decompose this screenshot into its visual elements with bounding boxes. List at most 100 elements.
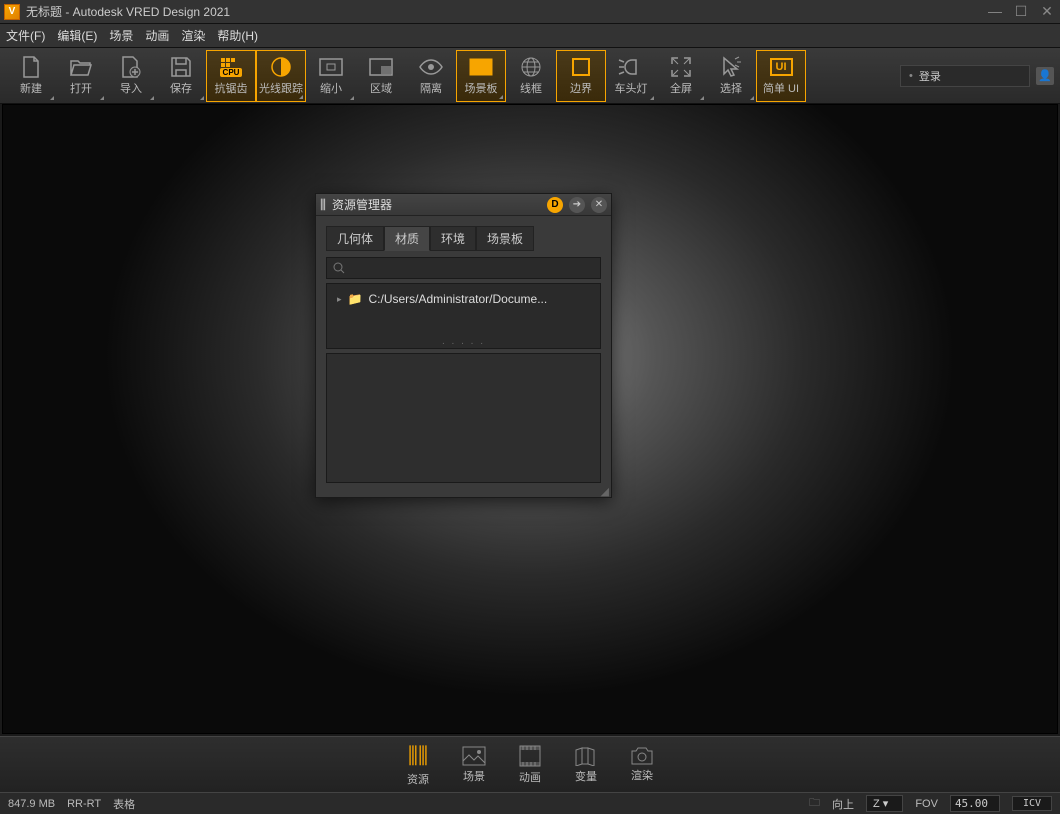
label: 打开 [70,80,92,96]
tree-path: C:/Users/Administrator/Docume... [368,292,547,306]
resize-handle[interactable]: ◢ [601,489,609,495]
raytrace-button[interactable]: 光线跟踪 [256,50,306,102]
headlight-button[interactable]: 车头灯 [606,50,656,102]
menu-file[interactable]: 文件(F) [6,27,45,44]
bottom-toolbar: ⫼⫼ 资源 场景 动画 变量 渲染 [0,736,1060,792]
splitter-handle[interactable]: . . . . . [327,336,600,347]
boundary-icon [568,56,594,78]
tab-material[interactable]: 材质 [384,226,430,251]
antialias-button[interactable]: CPU 抗锯齿 [206,50,256,102]
isolate-button[interactable]: 隔离 [406,50,456,102]
bottom-variant-button[interactable]: 变量 [558,739,614,791]
board-icon [468,56,494,78]
region-icon [368,56,394,78]
new-button[interactable]: 新建 [6,50,56,102]
label: 场景板 [465,80,498,96]
tree-view[interactable]: ▸ 📁 C:/Users/Administrator/Docume... . .… [326,283,601,349]
label: 线框 [520,80,542,96]
user-icon[interactable]: 👤 [1036,67,1054,85]
label: 光线跟踪 [259,80,303,96]
dropdown-icon [700,96,704,100]
table-label: 表格 [113,796,135,812]
bottom-anim-button[interactable]: 动画 [502,739,558,791]
panel-title: 资源管理器 [332,196,541,213]
menu-anim[interactable]: 动画 [145,27,169,44]
dropdown-icon [200,96,204,100]
wireframe-button[interactable]: 线框 [506,50,556,102]
folder-open-icon [68,56,94,78]
expand-icon[interactable]: ▸ [337,294,342,305]
bottom-render-button[interactable]: 渲染 [614,739,670,791]
panel-body: 几何体 材质 环境 场景板 ▸ 📁 C:/Users/Administrator… [316,216,611,497]
panel-undock-button[interactable]: ➔ [569,197,585,213]
image-icon [462,746,486,766]
panel-close-button[interactable]: ✕ [591,197,607,213]
camera-icon [630,747,654,765]
label: 导入 [120,80,142,96]
open-button[interactable]: 打开 [56,50,106,102]
import-button[interactable]: 导入 [106,50,156,102]
menu-bar: 文件(F) 编辑(E) 场景 动画 渲染 帮助(H) [0,24,1060,48]
dropdown-icon [150,96,154,100]
asset-manager-panel: ⫼ 资源管理器 D ➔ ✕ 几何体 材质 环境 场景板 ▸ 📁 C:/Users… [315,193,612,498]
menu-scene[interactable]: 场景 [109,27,133,44]
label: 全屏 [670,80,692,96]
ui-icon: UI [768,56,794,78]
fullscreen-button[interactable]: 全屏 [656,50,706,102]
label: 简单 UI [763,80,799,96]
render-mode: RR-RT [67,798,101,810]
bottom-assets-button[interactable]: ⫼⫼ 资源 [390,739,446,791]
simpleui-button[interactable]: UI 简单 UI [756,50,806,102]
film-icon [519,745,541,767]
login-label: 登录 [919,68,941,84]
library-icon: ⫼ [320,197,326,213]
preview-area [326,353,601,483]
dropdown-icon [50,96,54,100]
icv-button[interactable]: ICV [1012,796,1052,811]
panel-d-button[interactable]: D [547,197,563,213]
import-icon [118,56,144,78]
select-button[interactable]: 选择 [706,50,756,102]
maximize-button[interactable]: ☐ [1012,3,1030,20]
login-dropdown[interactable]: • 登录 [900,65,1030,87]
search-input[interactable] [326,257,601,279]
save-icon [168,56,194,78]
bottom-scene-button[interactable]: 场景 [446,739,502,791]
tab-sceneboard[interactable]: 场景板 [476,226,534,251]
globe-icon [518,56,544,78]
window-title: 无标题 - Autodesk VRED Design 2021 [26,3,986,20]
folder-icon[interactable]: 🗀 [809,794,820,813]
fov-input[interactable] [950,795,1000,812]
menu-edit[interactable]: 编辑(E) [57,27,97,44]
label: 车头灯 [615,80,648,96]
dropdown-icon [299,95,303,99]
region-button[interactable]: 区域 [356,50,406,102]
label: 场景 [463,768,485,784]
label: 边界 [570,80,592,96]
library-icon: ⫼⫼ [408,743,428,769]
status-bar: 847.9 MB RR-RT 表格 🗀 向上 Z ▾ FOV ICV [0,792,1060,814]
menu-help[interactable]: 帮助(H) [217,27,258,44]
tree-row[interactable]: ▸ 📁 C:/Users/Administrator/Docume... [333,290,594,308]
tab-geometry[interactable]: 几何体 [326,226,384,251]
raytrace-icon [268,56,294,78]
fullscreen-icon [668,56,694,78]
boundary-button[interactable]: 边界 [556,50,606,102]
panel-header[interactable]: ⫼ 资源管理器 D ➔ ✕ [316,194,611,216]
menu-render[interactable]: 渲染 [181,27,205,44]
shrink-button[interactable]: 缩小 [306,50,356,102]
minimize-button[interactable]: — [986,3,1004,20]
main-toolbar: 新建 打开 导入 保存 CPU 抗锯齿 光线跟踪 缩小 区域 隔 [0,48,1060,104]
dropdown-icon [350,96,354,100]
headlight-icon [618,56,644,78]
sceneboard-button[interactable]: 场景板 [456,50,506,102]
close-button[interactable]: ✕ [1038,3,1056,20]
memory-usage: 847.9 MB [8,798,55,810]
axis-select[interactable]: Z ▾ [866,795,903,812]
tab-environment[interactable]: 环境 [430,226,476,251]
save-button[interactable]: 保存 [156,50,206,102]
label: 渲染 [631,767,653,783]
search-icon [333,262,345,274]
dropdown-icon [650,96,654,100]
folder-icon: 📁 [348,292,363,306]
